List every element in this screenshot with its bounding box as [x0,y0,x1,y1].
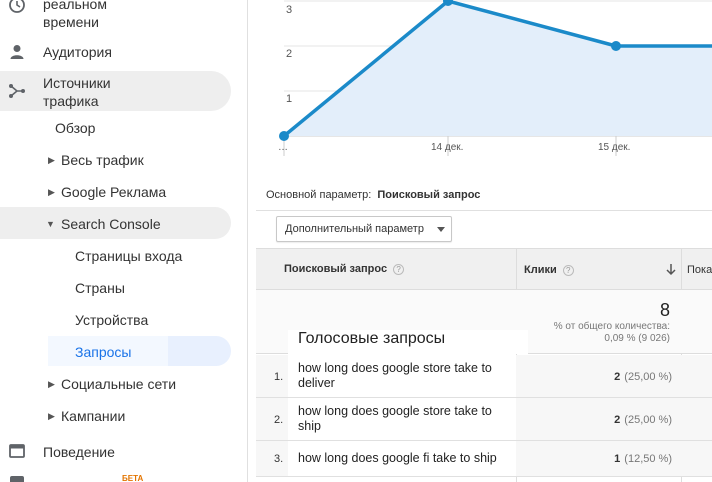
table-row[interactable]: 2. how long does google store take to sh… [256,398,712,441]
row-clicks: 1 (12,50 %) [614,453,672,465]
help-icon[interactable]: ? [562,264,574,276]
nav-devices[interactable]: Устройства [75,312,148,328]
row-clicks: 2 (25,00 %) [614,414,672,426]
nav-overview[interactable]: Обзор [55,120,95,136]
help-icon[interactable]: ? [393,263,405,275]
nav-search-console[interactable]: Search Console [61,216,161,232]
divider [256,210,712,211]
page-layout-icon [9,444,25,458]
summary-pct-label: % от общего количества: [553,321,670,332]
clock-icon [9,0,25,13]
merge-arrows-icon [9,84,25,98]
collapse-arrow-icon[interactable]: ▼ [46,219,55,229]
expand-arrow-icon[interactable]: ▶ [48,379,55,390]
data-point [279,131,289,141]
nav-behavior[interactable]: Поведение [0,438,247,464]
chevron-down-icon [437,227,445,232]
nav-audience-label: Аудитория [43,44,112,60]
col-header-clicks[interactable]: Клики? [524,264,574,276]
series-area [284,1,712,136]
col-header-next[interactable]: Пока [687,264,712,276]
x-tick-label: … [278,142,288,153]
nav-audience[interactable]: Аудитория [0,40,247,64]
y-tick-label: 1 [286,93,293,105]
table-row[interactable]: 3. how long does google fi take to ship … [256,441,712,477]
nav-realtime-label-2: времени [43,14,99,30]
person-icon [10,45,24,59]
query-link[interactable]: how long does google store take to ship [288,398,516,440]
nav-landing-pages[interactable]: Страницы входа [75,248,182,264]
nav-acquisition-label-2: трафика [43,93,99,109]
query-link[interactable]: how long does google store take to deliv… [288,355,516,397]
data-point [611,41,621,51]
row-clicks-pct: (25,00 %) [624,371,672,383]
row-clicks: 2 (25,00 %) [614,371,672,383]
nav-countries[interactable]: Страны [75,280,125,296]
x-tick-label: 14 дек. [431,142,464,153]
table-header: Поисковый запрос? Клики? Пока [256,248,712,290]
nav-realtime[interactable]: реальном времени [0,0,247,40]
col-header-query[interactable]: Поисковый запрос? [284,263,405,275]
voice-queries-title: Голосовые запросы [288,330,528,354]
y-tick-label: 2 [286,48,293,60]
nav-campaigns[interactable]: Кампании [61,408,125,424]
row-clicks-pct: (25,00 %) [624,414,672,426]
beta-badge: БЕТА [122,474,144,482]
primary-dimension-value[interactable]: Поисковый запрос [377,189,480,201]
y-tick-label: 3 [286,4,293,16]
primary-dimension: Основной параметр: Поисковый запрос [266,189,480,201]
conversions-icon [10,476,24,482]
nav-acquisition[interactable]: Источники трафика [0,71,247,111]
chart-svg [279,0,712,156]
nav-behavior-label: Поведение [43,444,115,460]
nav-google-ads[interactable]: Google Реклама [61,184,166,200]
row-clicks-value: 2 [614,414,621,426]
row-number: 2. [274,414,284,426]
expand-arrow-icon[interactable]: ▶ [48,187,55,198]
col-header-query-label: Поисковый запрос [284,263,388,275]
report-main: 3 2 1 … 14 дек. 15 дек. Основной парамет… [256,0,712,482]
expand-arrow-icon[interactable]: ▶ [48,411,55,422]
query-link[interactable]: how long does google fi take to ship [288,441,516,476]
nav-realtime-label-1: реальном [43,0,107,12]
row-clicks-pct: (12,50 %) [624,453,672,465]
row-number: 3. [274,453,284,465]
row-clicks-value: 1 [614,453,621,465]
nav-queries[interactable]: Запросы [75,344,131,360]
secondary-dimension-dropdown[interactable]: Дополнительный параметр [276,216,452,242]
summary-pct-value: 0,09 % (9 026) [604,333,670,344]
row-clicks-value: 2 [614,371,621,383]
nav-all-traffic[interactable]: Весь трафик [61,152,144,168]
table-row[interactable]: 1. how long does google store take to de… [256,355,712,398]
expand-arrow-icon[interactable]: ▶ [48,155,55,166]
secondary-dimension-label: Дополнительный параметр [285,223,424,235]
sort-desc-arrow-icon[interactable] [665,263,677,276]
col-header-clicks-label: Клики [524,264,557,276]
summary-clicks: 8 [659,300,670,320]
nav-acquisition-label-1: Источники [43,75,111,91]
x-tick-label: 15 дек. [598,142,631,153]
sidebar-nav: реальном времени Аудитория Источники тра… [0,0,248,482]
row-number: 1. [274,371,284,383]
primary-dimension-label: Основной параметр: [266,189,372,201]
nav-social[interactable]: Социальные сети [61,376,176,392]
line-chart: 3 2 1 … 14 дек. 15 дек. [256,0,712,160]
